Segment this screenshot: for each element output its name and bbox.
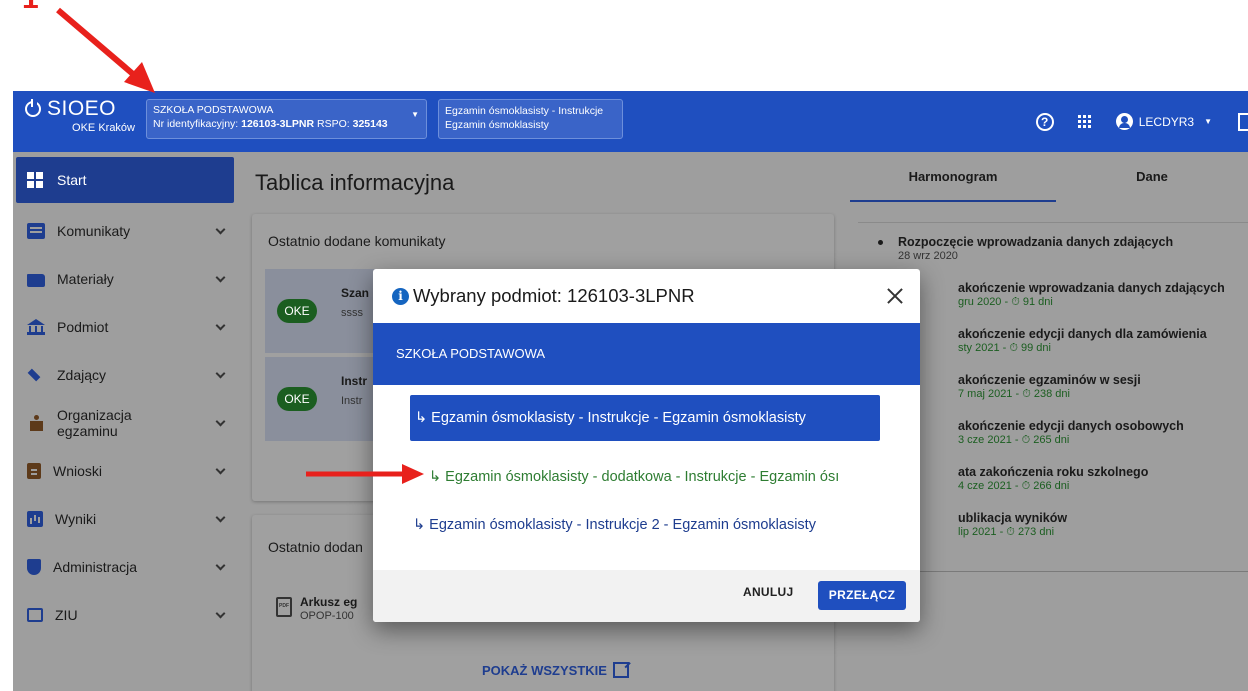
sidebar-item-ziu[interactable]: ZIU [13,591,238,639]
entity-type: SZKOŁA PODSTAWOWA [153,104,274,116]
sidebar-item-organizacja-egzaminu[interactable]: Organizacja egzaminu [13,399,238,447]
messages-card-title: Ostatnio dodane komunikaty [268,233,446,249]
caret-down-icon: ▼ [411,110,419,119]
sidebar-item-podmiot[interactable]: Podmiot [13,303,238,351]
sidebar-item-wnioski[interactable]: Wnioski [13,447,238,495]
schedule-item: akończenie edycji danych osobowych 3 cze … [958,419,1184,446]
logo-subtitle: OKE Kraków [72,122,135,134]
account-icon [1115,113,1133,130]
graduation-cap-icon [27,367,45,383]
message-title: Szan [341,286,370,300]
switch-button[interactable]: PRZEŁĄCZ [818,581,906,610]
chevron-down-icon [215,416,226,427]
power-icon [25,99,41,117]
message-text: ssss [341,307,363,319]
schedule-item: Rozpoczęcie wprowadzania danych zdającyc… [878,235,1173,262]
message-title: Instr [341,374,368,388]
sidebar-item-label: Komunikaty [57,223,131,239]
sidebar-item-label: Wnioski [53,463,103,479]
sidebar-item-label: Start [57,172,87,188]
schedule-item: akończenie edycji danych dla zamówienia s… [958,327,1207,354]
sidebar-item-label: Wyniki [55,511,97,527]
source-chip: OKE [277,387,317,411]
ziu-icon [27,608,43,622]
sidebar-item-label: Administracja [53,559,138,575]
bullet-icon [878,240,883,245]
dialog-title: Wybrany podmiot: 126103-3LPNR [413,285,695,306]
user-menu[interactable]: LECDYR3 ▼ [1115,113,1212,130]
entity-selector[interactable]: SZKOŁA PODSTAWOWA Nr identyfikacyjny: 12… [146,99,427,139]
page-title: Tablica informacyjna [255,170,455,195]
top-bar: SIOEO OKE Kraków SZKOŁA PODSTAWOWA Nr id… [13,91,1248,152]
apps-grid-icon[interactable] [1077,114,1092,129]
tab-harmonogram[interactable]: Harmonogram [850,152,1056,202]
person-desk-icon [27,415,45,431]
user-name: LECDYR3 [1138,114,1195,129]
schedule-item: akończenie egzaminów w sesji 7 maj 2021 -… [958,373,1141,400]
sidebar-item-komunikaty[interactable]: Komunikaty [13,207,238,255]
sidebar-item-administracja[interactable]: Administracja [13,543,238,591]
pdf-icon: PDF [276,597,292,617]
open-external-icon [612,662,629,678]
dashboard-icon [27,172,45,188]
exam-line-1: Egzamin ósmoklasisty - Instrukcje [445,105,604,117]
exam-selector[interactable]: Egzamin ósmoklasisty - Instrukcje Egzami… [438,99,623,139]
sidebar-item-label: ZIU [55,607,78,623]
message-text: Instr [341,395,363,407]
logo-text: SIOEO [47,97,117,120]
sidebar-item-wyniki[interactable]: Wyniki [13,495,238,543]
info-icon: i [392,288,409,305]
folder-icon [27,273,45,287]
source-chip: OKE [277,299,317,323]
sidebar-item-start[interactable]: Start [16,157,234,203]
exam-option-additional[interactable]: ↳ Egzamin ósmoklasisty - dodatkowa - Ins… [429,465,881,489]
show-all-link[interactable]: POKAŻ WSZYSTKIE [482,662,629,678]
caret-down-icon: ▼ [1204,117,1212,126]
chart-icon [27,511,43,527]
file-code: OPOP-100 [300,610,354,622]
sidebar-item-label: Materiały [57,271,114,287]
select-entity-dialog: i Wybrany podmiot: 126103-3LPNR SZKOŁA P… [373,269,920,622]
sidebar-item-label: Zdający [57,367,107,383]
tab-dane[interactable]: Dane [1056,152,1248,202]
cancel-button[interactable]: ANULUJ [743,585,793,599]
exam-option-selected[interactable]: ↳ Egzamin ósmoklasisty - Instrukcje - Eg… [410,395,880,441]
dialog-header: i Wybrany podmiot: 126103-3LPNR [373,269,920,323]
entity-ids: Nr identyfikacyjny: 126103-3LPNR RSPO: 3… [153,118,388,130]
schedule-item: ata zakończenia roku szkolnego 4 cze 2021… [958,465,1149,492]
annotation-label-1: 1 [22,0,39,16]
sidebar-item-label: Podmiot [57,319,109,335]
sidebar-item-zdajacy[interactable]: Zdający [13,351,238,399]
materials-card-title: Ostatnio dodan [268,539,363,555]
close-icon[interactable] [885,286,905,306]
entity-type-header: SZKOŁA PODSTAWOWA [373,323,920,385]
file-name[interactable]: Arkusz eg [300,595,357,609]
shield-icon [27,559,41,575]
sidebar: Start Komunikaty Materiały Podmiot Zdają… [13,152,238,691]
entity-rspo: 325143 [352,118,388,130]
entity-id: 126103-3LPNR [241,118,315,130]
exam-option-instrukcje-2[interactable]: ↳ Egzamin ósmoklasisty - Instrukcje 2 - … [413,513,883,537]
help-icon[interactable]: ? [1035,112,1054,131]
schedule-item: ublikacja wyników lip 2021 - ⏱ 273 dni [958,511,1068,538]
sidebar-item-label: Organizacja egzaminu [57,407,132,439]
app-logo[interactable]: SIOEO OKE Kraków [25,97,145,134]
logout-icon[interactable] [1238,112,1248,131]
exam-line-2: Egzamin ósmoklasisty [445,119,549,131]
schedule-item: akończenie wprowadzania danych zdających… [958,281,1225,308]
message-icon [27,223,45,239]
annotation-arrow-1 [56,7,155,93]
dialog-footer: ANULUJ PRZEŁĄCZ [373,570,920,622]
sidebar-item-materialy[interactable]: Materiały [13,255,238,303]
clipboard-icon [27,463,41,479]
institution-icon [27,319,45,335]
